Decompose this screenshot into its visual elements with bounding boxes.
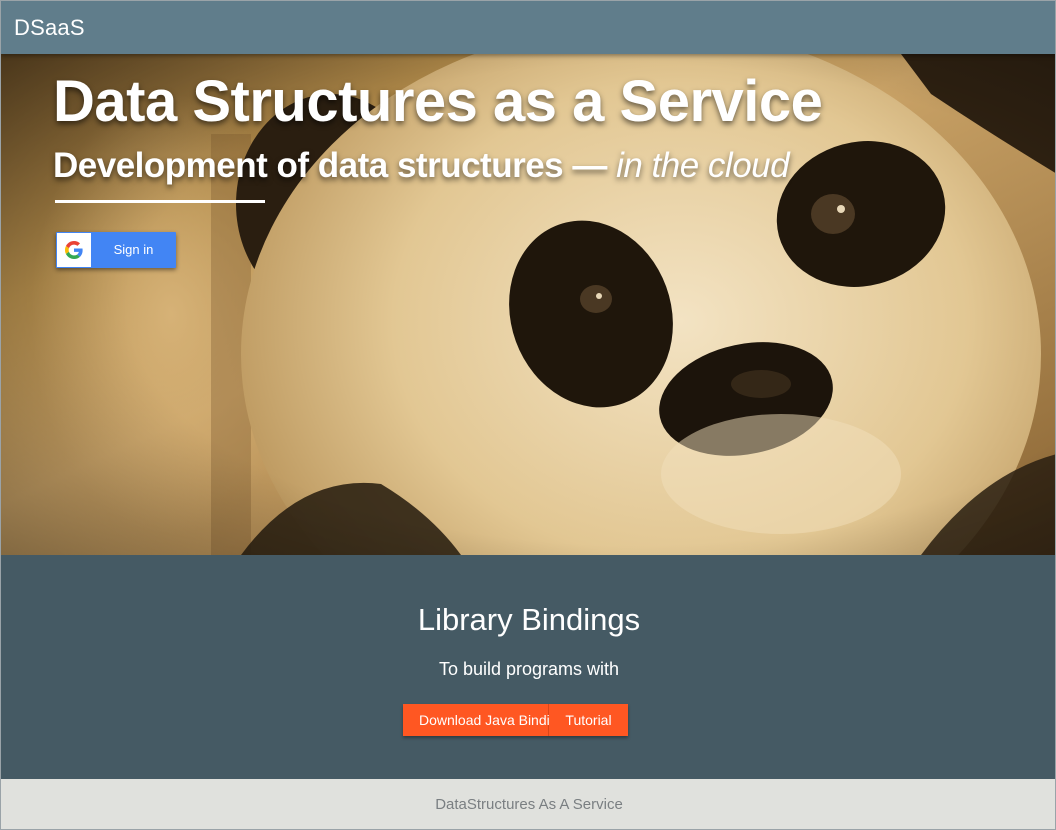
tutorial-button[interactable]: Tutorial [549,704,628,736]
bindings-subheading: To build programs with [438,659,620,679]
library-bindings-section: Library Bindings To build programs with … [1,555,1055,779]
google-sign-in-label: Sign in [113,242,154,257]
bindings-button-group: Download Java Binding Tutorial [403,704,628,736]
hero-subtitle-emphasis: in the cloud [616,146,790,185]
hero-subtitle-text: Development of data structures — [53,146,617,185]
hero-divider [55,200,265,203]
google-sign-in-button[interactable]: Sign in [56,232,176,268]
footer: DataStructures As A Service [1,779,1055,829]
hero-section: Data Structures as a Service Development… [1,54,1055,555]
hero-title: Data Structures as a Service [53,69,823,134]
google-g-icon [57,233,91,267]
brand-title[interactable]: DSaaS [14,15,85,41]
download-java-binding-button[interactable]: Download Java Binding [403,704,565,736]
app-bar: DSaaS [1,1,1055,54]
page: DSaaS Data Structures as a Service Devel… [0,0,1056,830]
hero-subtitle: Development of data structures — in the … [53,146,790,186]
footer-text: DataStructures As A Service [435,796,623,813]
bindings-heading: Library Bindings [417,602,641,637]
